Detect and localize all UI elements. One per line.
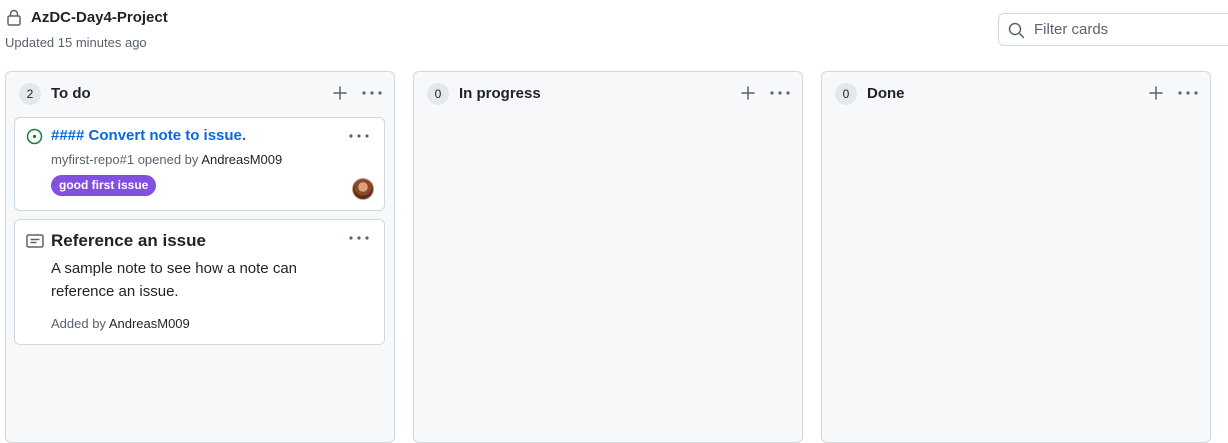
plus-icon[interactable] (332, 85, 348, 101)
avatar[interactable] (352, 178, 374, 200)
column-card-count: 2 (19, 83, 41, 105)
issue-open-icon (26, 128, 43, 145)
column-card-count: 0 (835, 83, 857, 105)
issue-reference: myfirst-repo#1 opened by AndreasM009 (51, 152, 282, 167)
issue-ref-text: myfirst-repo#1 opened by (51, 152, 202, 167)
note-added-by: Added by AndreasM009 (51, 316, 190, 331)
filter-cards-input[interactable] (1034, 14, 1224, 45)
kebab-horizontal-icon[interactable] (348, 230, 370, 246)
kebab-horizontal-icon[interactable] (1177, 85, 1199, 101)
kebab-horizontal-icon[interactable] (348, 128, 370, 144)
note-added-prefix: Added by (51, 316, 109, 331)
note-title: Reference an issue (51, 231, 206, 250)
note-card[interactable]: Reference an issue A sample note to see … (14, 219, 385, 345)
plus-icon[interactable] (1148, 85, 1164, 101)
kebab-horizontal-icon[interactable] (361, 85, 383, 101)
column-title: In progress (459, 85, 541, 102)
issue-card[interactable]: #### Convert note to issue. myfirst-repo… (14, 117, 385, 211)
note-body: A sample note to see how a note can refe… (51, 260, 297, 300)
column-in-progress: 0 In progress (413, 71, 803, 443)
project-updated: Updated 15 minutes ago (5, 35, 147, 50)
column-to-do: 2 To do #### Convert note to issue. myfi… (5, 71, 395, 443)
note-icon (26, 234, 44, 248)
issue-label[interactable]: good first issue (51, 175, 157, 196)
lock-icon (7, 9, 21, 26)
search-icon (1008, 22, 1025, 39)
project-header: AzDC-Day4-Project Updated 15 minutes ago (0, 0, 1228, 62)
project-title: AzDC-Day4-Project (31, 9, 168, 26)
issue-author[interactable]: AndreasM009 (201, 152, 282, 167)
column-title: To do (51, 85, 91, 102)
column-title: Done (867, 85, 905, 102)
column-card-count: 0 (427, 83, 449, 105)
plus-icon[interactable] (740, 85, 756, 101)
filter-cards-box[interactable] (998, 13, 1228, 46)
column-done: 0 Done (821, 71, 1211, 443)
kebab-horizontal-icon[interactable] (769, 85, 791, 101)
note-author[interactable]: AndreasM009 (109, 316, 190, 331)
issue-title-link[interactable]: #### Convert note to issue. (51, 127, 246, 144)
